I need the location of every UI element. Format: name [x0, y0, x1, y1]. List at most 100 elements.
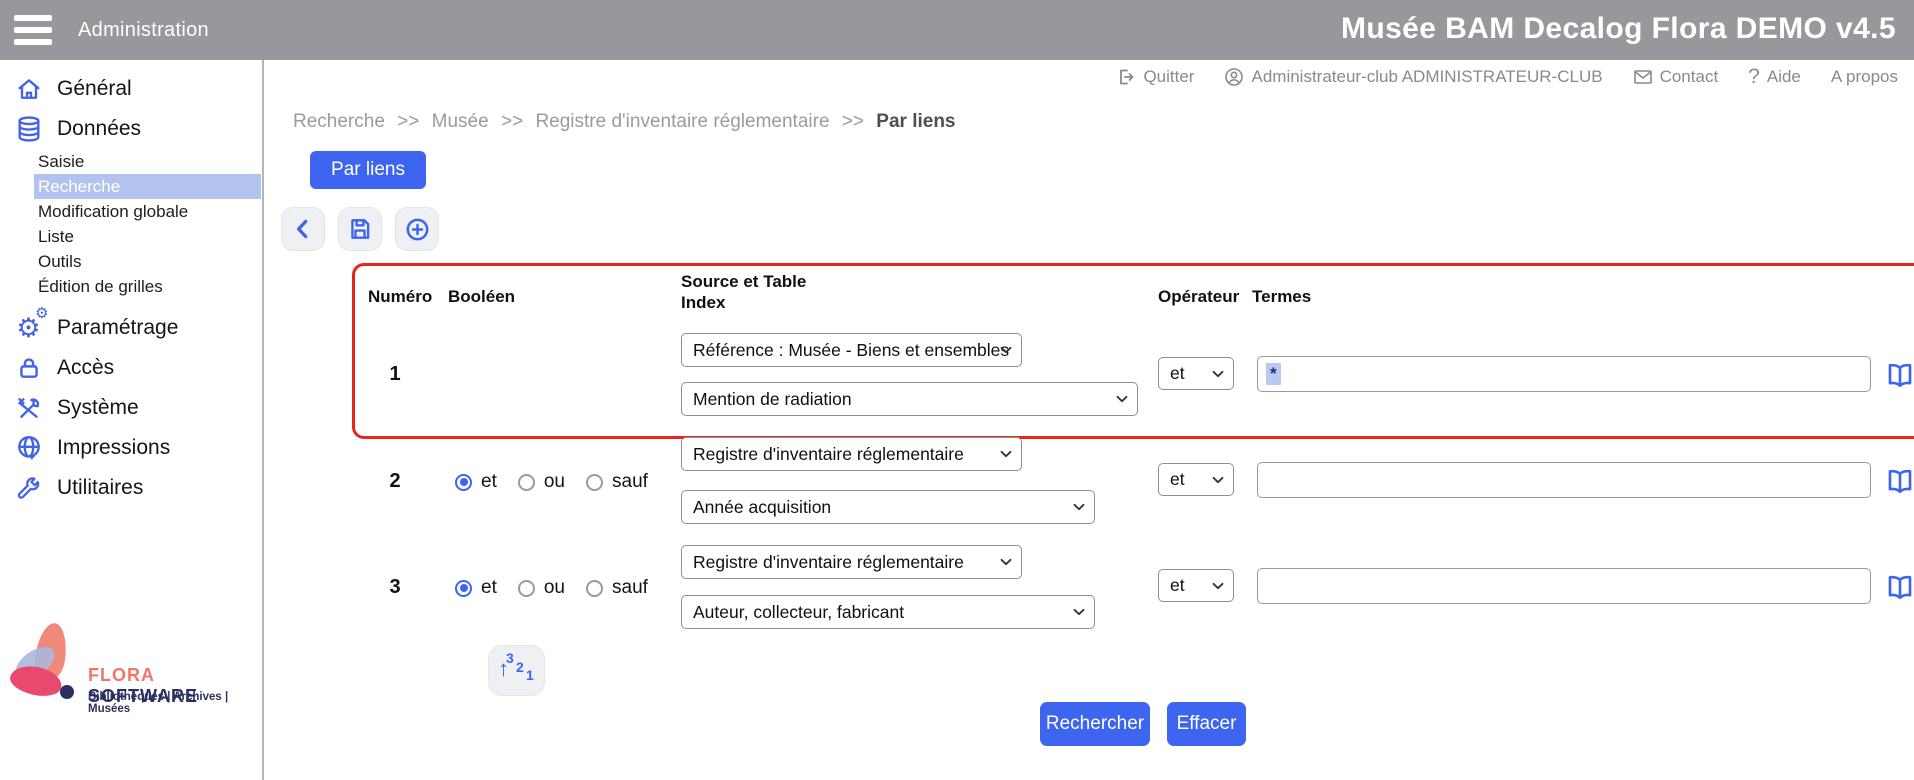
- index-select-row3[interactable]: Auteur, collecteur, fabricant: [681, 595, 1095, 629]
- header-index: Index: [681, 293, 725, 313]
- chevron-down-icon: [1073, 608, 1085, 616]
- breadcrumb-part[interactable]: Registre d'inventaire réglementaire: [535, 111, 829, 132]
- sidebar-item-label: Général: [57, 77, 132, 101]
- radio-sauf[interactable]: [586, 474, 603, 491]
- source-select-row3[interactable]: Registre d'inventaire réglementaire: [681, 545, 1022, 579]
- operator-select-row1[interactable]: et: [1158, 357, 1234, 390]
- sort-digit: 1: [526, 667, 534, 683]
- add-button[interactable]: [395, 207, 439, 251]
- user-icon: [1224, 67, 1244, 87]
- a-propos-link[interactable]: A propos: [1831, 67, 1898, 87]
- select-value: et: [1170, 469, 1185, 490]
- sidebar-item-label: Données: [57, 117, 141, 141]
- sidebar-item-liste[interactable]: Liste: [34, 224, 261, 249]
- user-account-link[interactable]: Administrateur-club ADMINISTRATEUR-CLUB: [1224, 67, 1602, 87]
- select-value: et: [1170, 363, 1185, 384]
- rechercher-button[interactable]: Rechercher: [1040, 702, 1150, 746]
- sub-item-label: Outils: [38, 252, 81, 272]
- breadcrumb: Recherche >> Musée >> Registre d'inventa…: [293, 111, 956, 133]
- sidebar-item-utilitaires[interactable]: Utilitaires: [0, 468, 262, 508]
- contact-label: Contact: [1660, 67, 1719, 87]
- source-select-row2[interactable]: Registre d'inventaire réglementaire: [681, 437, 1022, 471]
- radio-ou[interactable]: [518, 580, 535, 597]
- termes-input-row2[interactable]: [1257, 462, 1871, 498]
- operator-select-row2[interactable]: et: [1158, 463, 1234, 496]
- flora-software-logo: FLORA SOFTWARE Bibliothèques | Archives …: [8, 623, 258, 733]
- chevron-down-icon: [1000, 558, 1012, 566]
- page-title: Musée BAM Decalog Flora DEMO v4.5: [1341, 12, 1896, 46]
- back-button[interactable]: [281, 207, 325, 251]
- a-propos-label: A propos: [1831, 67, 1898, 87]
- quitter-link[interactable]: Quitter: [1116, 67, 1194, 87]
- sidebar-item-label: Système: [57, 396, 139, 420]
- breadcrumb-part[interactable]: Recherche: [293, 111, 385, 132]
- sidebar-item-systeme[interactable]: Système: [0, 388, 262, 428]
- termes-input-row3[interactable]: [1257, 568, 1871, 604]
- header-termes: Termes: [1252, 287, 1311, 307]
- logo-tagline: Bibliothèques | Archives | Musées: [88, 691, 258, 715]
- chevron-down-icon: [1212, 370, 1224, 378]
- selected-text: *: [1266, 363, 1281, 385]
- breadcrumb-separator: >>: [501, 111, 523, 132]
- sidebar-item-impressions[interactable]: Impressions: [0, 428, 262, 468]
- radio-sauf[interactable]: [586, 580, 603, 597]
- breadcrumb-part[interactable]: Musée: [432, 111, 489, 132]
- select-value: Année acquisition: [693, 497, 831, 518]
- breadcrumb-separator: >>: [397, 111, 419, 132]
- sidebar-item-parametrage[interactable]: ⚙⚙ Paramétrage: [0, 308, 262, 348]
- aide-label: Aide: [1767, 67, 1801, 87]
- menu-hamburger-icon[interactable]: [14, 15, 52, 45]
- sub-item-label: Recherche: [38, 177, 120, 197]
- logout-icon: [1116, 67, 1136, 87]
- logo-dot: [60, 685, 74, 699]
- chevron-down-icon: [1073, 503, 1085, 511]
- termes-input-row1[interactable]: *: [1257, 356, 1871, 392]
- globe-upload-icon: [13, 433, 44, 464]
- sidebar-item-edition-de-grilles[interactable]: Édition de grilles: [34, 274, 261, 299]
- radio-label-et: et: [481, 471, 497, 493]
- sidebar-item-saisie[interactable]: Saisie: [34, 149, 261, 174]
- sidebar-item-modification-globale[interactable]: Modification globale: [34, 199, 261, 224]
- tab-par-liens[interactable]: Par liens: [310, 151, 426, 189]
- sub-item-label: Édition de grilles: [38, 277, 163, 297]
- home-icon: [13, 74, 44, 105]
- radio-et[interactable]: [455, 580, 472, 597]
- envelope-icon: [1633, 68, 1653, 86]
- sidebar-item-label: Impressions: [57, 436, 170, 460]
- user-label: Administrateur-club ADMINISTRATEUR-CLUB: [1251, 67, 1602, 87]
- contact-link[interactable]: Contact: [1633, 67, 1719, 87]
- sidebar-item-donnees[interactable]: Données: [0, 109, 262, 149]
- app-label: Administration: [78, 19, 209, 42]
- sidebar-item-acces[interactable]: Accès: [0, 348, 262, 388]
- effacer-button[interactable]: Effacer: [1167, 702, 1246, 746]
- aide-link[interactable]: ? Aide: [1748, 65, 1801, 89]
- header-numero: Numéro: [368, 287, 432, 307]
- index-lookup-button-row3[interactable]: [1884, 572, 1914, 602]
- operator-select-row3[interactable]: et: [1158, 569, 1234, 602]
- radio-label-ou: ou: [544, 577, 565, 599]
- select-value: Mention de radiation: [693, 389, 852, 410]
- index-select-row2[interactable]: Année acquisition: [681, 490, 1095, 524]
- utility-bar: Quitter Administrateur-club ADMINISTRATE…: [1116, 65, 1898, 89]
- radio-et[interactable]: [455, 474, 472, 491]
- radio-label-ou: ou: [544, 471, 565, 493]
- row-number: 3: [375, 576, 415, 599]
- chevron-down-icon: [1000, 346, 1012, 354]
- header-operateur: Opérateur: [1158, 287, 1239, 307]
- sidebar-item-recherche[interactable]: Recherche: [34, 174, 261, 199]
- chevron-down-icon: [1000, 450, 1012, 458]
- index-select-row1[interactable]: Mention de radiation: [681, 382, 1138, 416]
- sidebar-item-general[interactable]: Général: [0, 69, 262, 109]
- sidebar-item-outils[interactable]: Outils: [34, 249, 261, 274]
- index-lookup-button-row2[interactable]: [1884, 466, 1914, 496]
- radio-ou[interactable]: [518, 474, 535, 491]
- source-select-row1[interactable]: Référence : Musée - Biens et ensembles: [681, 333, 1022, 367]
- database-icon: [13, 114, 44, 145]
- header-source-table: Source et Table: [681, 272, 806, 292]
- select-value: Auteur, collecteur, fabricant: [693, 602, 904, 623]
- save-button[interactable]: [338, 207, 382, 251]
- index-lookup-button-row1[interactable]: [1884, 360, 1914, 390]
- header-booleen: Booléen: [448, 287, 515, 307]
- select-value: et: [1170, 575, 1185, 596]
- sort-numeric-button[interactable]: 3 2 1 ↑: [488, 645, 545, 696]
